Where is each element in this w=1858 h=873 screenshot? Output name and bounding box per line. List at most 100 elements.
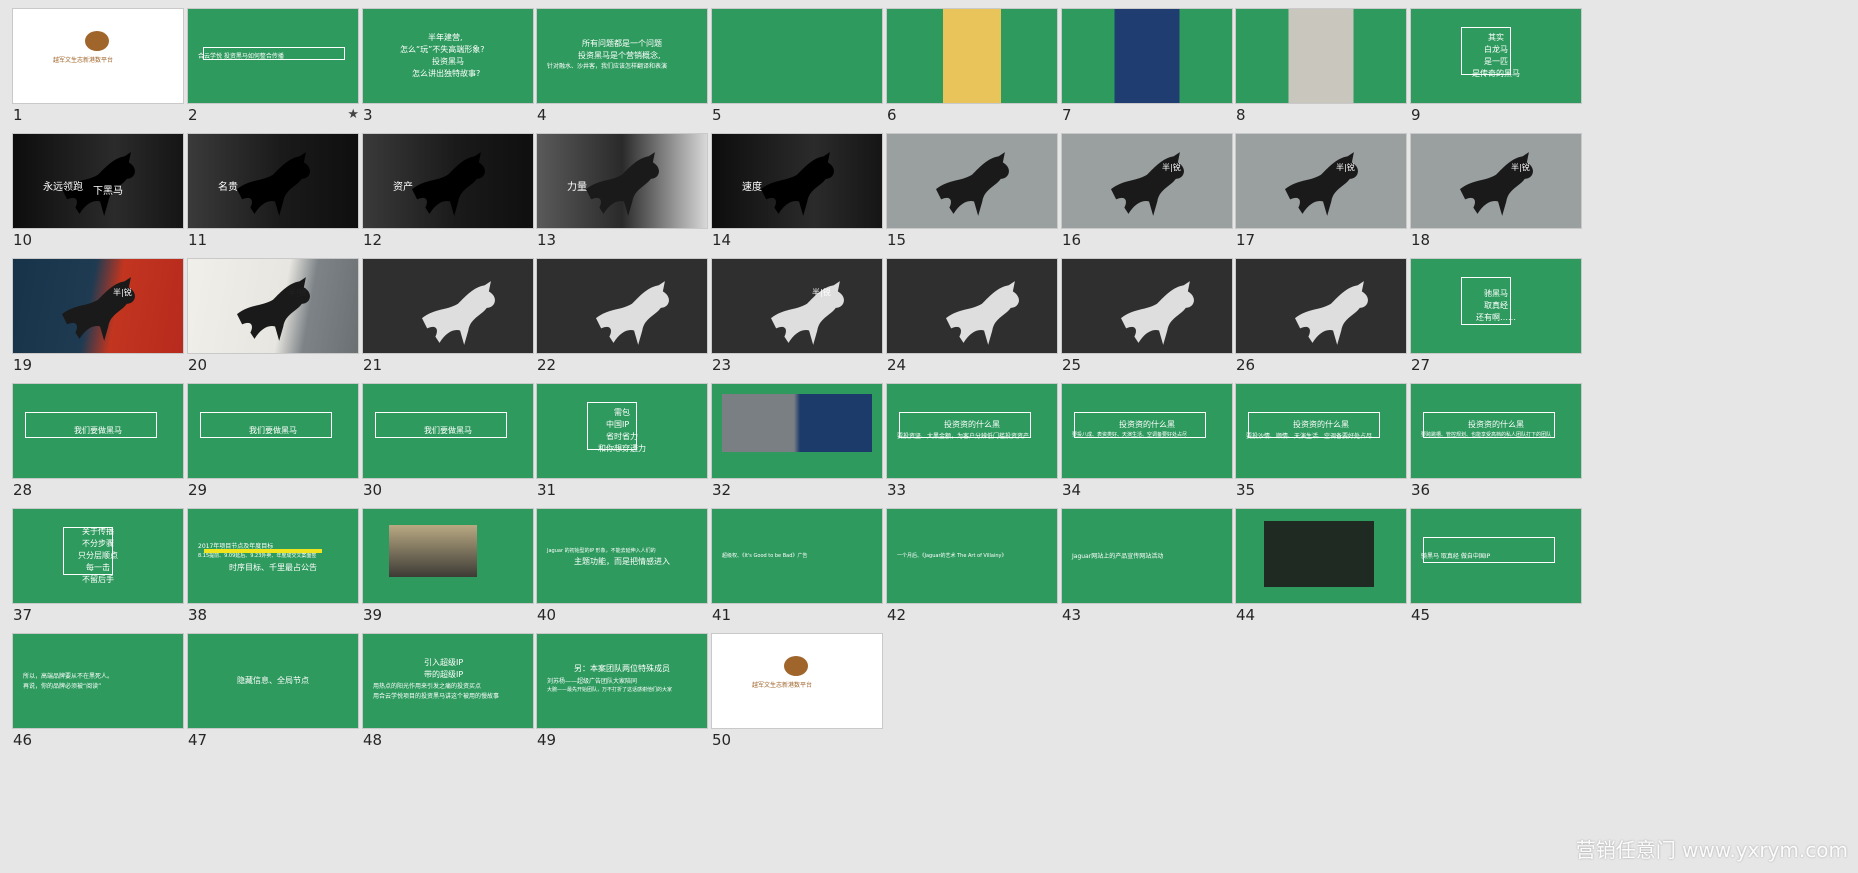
- slide-thumbnail-10[interactable]: 永远领跑 下黑马 10: [12, 133, 184, 248]
- slide-thumbnail-42[interactable]: 一个月后、《Jaguar的艺术 The Art of Villainy》 42: [886, 508, 1058, 623]
- slide-number: 8: [1236, 106, 1246, 124]
- slide-number: 25: [1062, 356, 1082, 374]
- slide-text-line: 资产: [393, 182, 413, 193]
- horse-illustration-icon: [1460, 152, 1533, 216]
- slide-preview: 另：本案团队两位特殊成员 刘苏杨——超级广告团队大家陪同 大腕——最先开始团队，万不…: [536, 633, 708, 729]
- slide-number: 14: [712, 231, 732, 249]
- slide-thumbnail-49[interactable]: 另：本案团队两位特殊成员 刘苏杨——超级广告团队大家陪同 大腕——最先开始团队，万不…: [536, 633, 708, 748]
- slide-thumbnail-26[interactable]: 26: [1235, 258, 1407, 373]
- slide-thumbnail-4[interactable]: 所有问题都是一个问题 投资黑马是个营销概念, 针对融水、沙井客，我们应该怎样翻译和表…: [536, 8, 708, 123]
- slide-thumbnail-19[interactable]: 半|锐 19: [12, 258, 184, 373]
- slide-thumbnail-18[interactable]: 半|锐 18: [1410, 133, 1582, 248]
- slide-thumbnail-7[interactable]: 7: [1061, 8, 1233, 123]
- slide-thumbnail-8[interactable]: 8: [1235, 8, 1407, 123]
- slide-thumbnail-44[interactable]: 44: [1235, 508, 1407, 623]
- slide-thumbnail-3[interactable]: 半年建营, 怎么“玩”不失高端形象? 投资黑马 怎么讲出独特故事? 3: [362, 8, 534, 123]
- slide-preview: 半|锐: [1061, 133, 1233, 229]
- slide-thumbnail-1[interactable]: 越军文生志新港数平台 1: [12, 8, 184, 123]
- slide-preview: 2017年项目节点及年度目标 8.15提前、9.09延后、9.23外卖、年度成交文…: [187, 508, 359, 604]
- slide-thumbnail-29[interactable]: 我们要做黑马 29: [187, 383, 359, 498]
- slide-preview: 半|锐: [1410, 133, 1582, 229]
- slide-thumbnail-6[interactable]: 6: [886, 8, 1058, 123]
- slide-thumbnail-14[interactable]: 速度 14: [711, 133, 883, 248]
- slide-preview: [886, 258, 1058, 354]
- slide-number: 15: [887, 231, 907, 249]
- slide-thumbnail-2[interactable]: 合云学悦 投资黑马如何整合传播 2 ★: [187, 8, 359, 123]
- slide-text-line: 名贵: [218, 182, 238, 193]
- slide-number: 36: [1411, 481, 1431, 499]
- slide-thumbnail-39[interactable]: 39: [362, 508, 534, 623]
- slide-preview: 合云学悦 投资黑马如何整合传播: [187, 8, 359, 104]
- slide-photo: [389, 525, 477, 577]
- slide-thumbnail-15[interactable]: 15: [886, 133, 1058, 248]
- slide-text-line: 永远领跑: [43, 182, 83, 193]
- slide-photo: [722, 394, 872, 452]
- slide-thumbnail-20[interactable]: 半|锐 20: [187, 258, 359, 373]
- slide-thumbnail-32[interactable]: 32: [711, 383, 883, 498]
- slide-thumbnail-48[interactable]: 引入超级IP 带的超级IP 用热点的阳光作用来引发之痛的投资买点 用合云学悦项目的投资…: [362, 633, 534, 748]
- slide-thumbnail-27[interactable]: 驰黑马 取真经 还有啊…… 27: [1410, 258, 1582, 373]
- slide-thumbnail-38[interactable]: 2017年项目节点及年度目标 8.15提前、9.09延后、9.23外卖、年度成交文…: [187, 508, 359, 623]
- slide-thumbnail-22[interactable]: 22: [536, 258, 708, 373]
- slide-text-line: 半|锐: [1336, 163, 1355, 172]
- slide-number: 48: [363, 731, 383, 749]
- slide-thumbnail-11[interactable]: 名贵 11: [187, 133, 359, 248]
- slide-thumbnail-28[interactable]: 我们要做黑马 28: [12, 383, 184, 498]
- slide-number: 2: [188, 106, 198, 124]
- slide-thumbnail-41[interactable]: 超级权、《It's Good to be Bad》广告 41: [711, 508, 883, 623]
- slide-thumbnail-24[interactable]: 24: [886, 258, 1058, 373]
- slide-thumbnail-40[interactable]: Jaguar 的初始型的IP 形象，不能去延伸入人们的 主题功能，而是把情感进入 4…: [536, 508, 708, 623]
- slide-frame: [203, 47, 345, 60]
- slide-preview: 我们要做黑马: [362, 383, 534, 479]
- slide-preview: 越军文生志新港数平台: [711, 633, 883, 729]
- slide-frame: [375, 412, 507, 438]
- slide-thumbnail-13[interactable]: 力量 13: [536, 133, 708, 248]
- slide-text-line: 怎么讲出独特故事?: [412, 69, 481, 78]
- slide-thumbnail-12[interactable]: 资产 12: [362, 133, 534, 248]
- slide-preview: [886, 133, 1058, 229]
- slide-thumbnail-21[interactable]: 21: [362, 258, 534, 373]
- animation-star-icon: ★: [347, 107, 359, 122]
- slide-thumbnail-43[interactable]: Jaguar网站上的产品宣传网站活动 43: [1061, 508, 1233, 623]
- slide-thumbnail-23[interactable]: 半|锐 23: [711, 258, 883, 373]
- slide-preview: 速度: [711, 133, 883, 229]
- slide-thumbnail-16[interactable]: 半|锐 16: [1061, 133, 1233, 248]
- slide-thumbnail-47[interactable]: 隐藏信息、全局节点 47: [187, 633, 359, 748]
- slide-thumbnail-31[interactable]: 需包 中国IP 省时省力 和你想穿透力 31: [536, 383, 708, 498]
- slide-frame: [1461, 277, 1511, 325]
- slide-thumbnail-5[interactable]: 5: [711, 8, 883, 123]
- slide-thumbnail-33[interactable]: 投资资的什么黑 要投资坚、大黑金额，为客户分辨低门槛投资资产 33: [886, 383, 1058, 498]
- slide-number: 20: [188, 356, 208, 374]
- slide-thumbnail-35[interactable]: 投资资的什么黑 要投沙情、顺情、天演生活、空调备要好处占尽 35: [1235, 383, 1407, 498]
- slide-thumbnail-36[interactable]: 投资资的什么黑 要跨跳槽、管控规划、也能享受高档的私人团队打下的团队 36: [1410, 383, 1582, 498]
- slide-preview: [1061, 8, 1233, 104]
- slide-thumbnail-45[interactable]: 骑黑马 取真经 做自中国IP 45: [1410, 508, 1582, 623]
- slide-preview: 投资资的什么黑 要投八成、表资类好、天演生活、空调备要好处占尽: [1061, 383, 1233, 479]
- slide-text-line: 再说，你的品牌必须被“阅读”: [23, 683, 102, 690]
- slide-text-line: 下黑马: [93, 186, 123, 197]
- slide-thumbnail-50[interactable]: 越军文生志新港数平台 50: [711, 633, 883, 748]
- slide-number: 19: [13, 356, 33, 374]
- slide-thumbnail-25[interactable]: 25: [1061, 258, 1233, 373]
- slide-frame: [1423, 537, 1555, 563]
- slide-thumbnail-9[interactable]: 其实 白龙马 是一匹 是传奇的黑马 9: [1410, 8, 1582, 123]
- slide-text-line: 主题功能，而是把情感进入: [574, 557, 670, 566]
- slide-number: 22: [537, 356, 557, 374]
- slide-number: 46: [13, 731, 33, 749]
- slide-preview: 所以，高端品牌要从不在黑死人。 再说，你的品牌必须被“阅读”: [12, 633, 184, 729]
- slide-thumbnail-30[interactable]: 我们要做黑马 30: [362, 383, 534, 498]
- slide-preview: [1235, 8, 1407, 104]
- slide-preview: [1235, 258, 1407, 354]
- slide-number: 38: [188, 606, 208, 624]
- slide-frame: [1074, 412, 1206, 438]
- slide-preview: [362, 508, 534, 604]
- slide-preview: 骑黑马 取真经 做自中国IP: [1410, 508, 1582, 604]
- slide-frame: [899, 412, 1031, 438]
- slide-preview: Jaguar网站上的产品宣传网站活动: [1061, 508, 1233, 604]
- slide-thumbnail-34[interactable]: 投资资的什么黑 要投八成、表资类好、天演生活、空调备要好处占尽 34: [1061, 383, 1233, 498]
- slide-text-line: 带的超级IP: [424, 670, 464, 679]
- slide-thumbnail-46[interactable]: 所以，高端品牌要从不在黑死人。 再说，你的品牌必须被“阅读” 46: [12, 633, 184, 748]
- slide-thumbnail-37[interactable]: 关于传播 不分步骤 只分层顺点 每一击 不留后手 37: [12, 508, 184, 623]
- slide-thumbnail-17[interactable]: 半|锐 17: [1235, 133, 1407, 248]
- slide-preview: 所有问题都是一个问题 投资黑马是个营销概念, 针对融水、沙井客，我们应该怎样翻译和表…: [536, 8, 708, 104]
